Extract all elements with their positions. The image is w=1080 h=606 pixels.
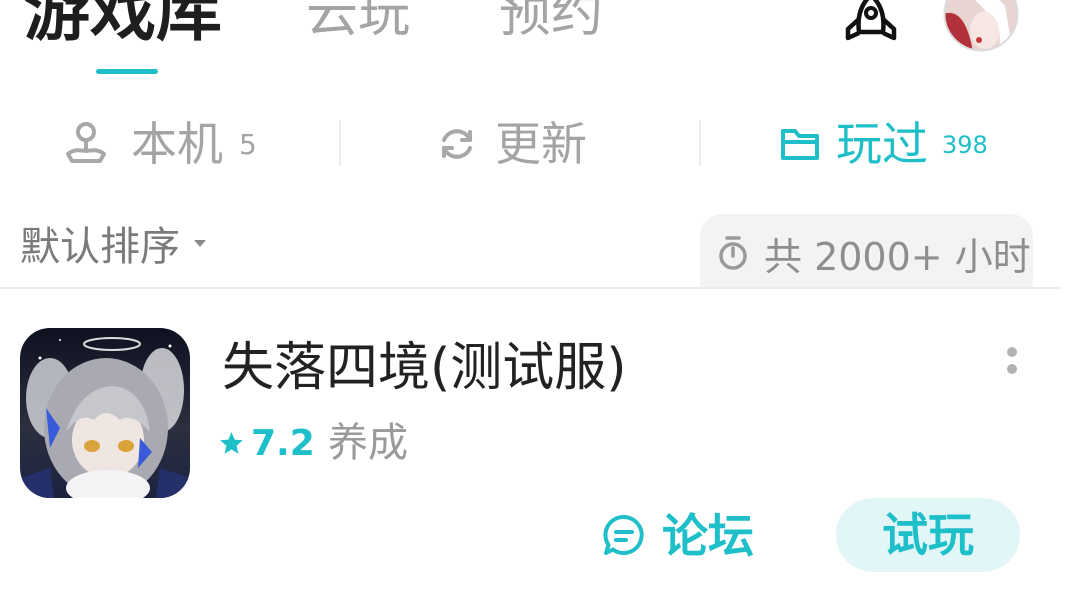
filter-local-label: 本机 bbox=[131, 117, 223, 171]
try-play-button[interactable]: 试玩 bbox=[836, 498, 1020, 572]
chat-icon bbox=[602, 513, 646, 557]
sort-label: 默认排序 bbox=[20, 224, 180, 270]
filter-played-count: 398 bbox=[942, 131, 988, 159]
filter-divider bbox=[699, 120, 701, 166]
more-dot bbox=[1007, 364, 1017, 374]
game-tag[interactable]: 养成 bbox=[328, 423, 408, 463]
filter-local-count: 5 bbox=[239, 128, 257, 161]
tab-reservations[interactable]: 预约 bbox=[499, 0, 603, 40]
filter-updates-label: 更新 bbox=[495, 117, 587, 171]
filter-played-label: 玩过 bbox=[836, 117, 928, 171]
game-title[interactable]: 失落四境(测试服) bbox=[222, 342, 627, 394]
rocket-icon[interactable] bbox=[838, 0, 904, 46]
refresh-icon bbox=[436, 123, 478, 165]
user-avatar[interactable] bbox=[943, 0, 1019, 52]
section-divider bbox=[0, 287, 1062, 289]
folder-icon bbox=[779, 124, 821, 164]
game-cover-image[interactable] bbox=[20, 328, 190, 498]
playtime-total: 共 2000+ 小时 bbox=[764, 235, 1031, 279]
timer-icon bbox=[716, 235, 750, 271]
forum-button-label: 论坛 bbox=[662, 509, 754, 563]
joystick-icon bbox=[62, 120, 110, 168]
more-vertical-icon[interactable] bbox=[1006, 347, 1018, 377]
try-play-button-label: 试玩 bbox=[882, 508, 974, 562]
tab-cloud-play[interactable]: 云玩 bbox=[306, 0, 410, 40]
more-dot bbox=[1007, 347, 1017, 357]
filter-divider bbox=[339, 120, 341, 166]
star-icon bbox=[219, 431, 244, 455]
active-tab-indicator bbox=[96, 69, 158, 74]
game-rating: 7.2 bbox=[251, 423, 315, 464]
playtime-badge: 共 2000+ 小时 bbox=[700, 214, 1033, 288]
tab-game-library[interactable]: 游戏库 bbox=[24, 0, 222, 45]
caret-down-icon bbox=[193, 239, 207, 248]
